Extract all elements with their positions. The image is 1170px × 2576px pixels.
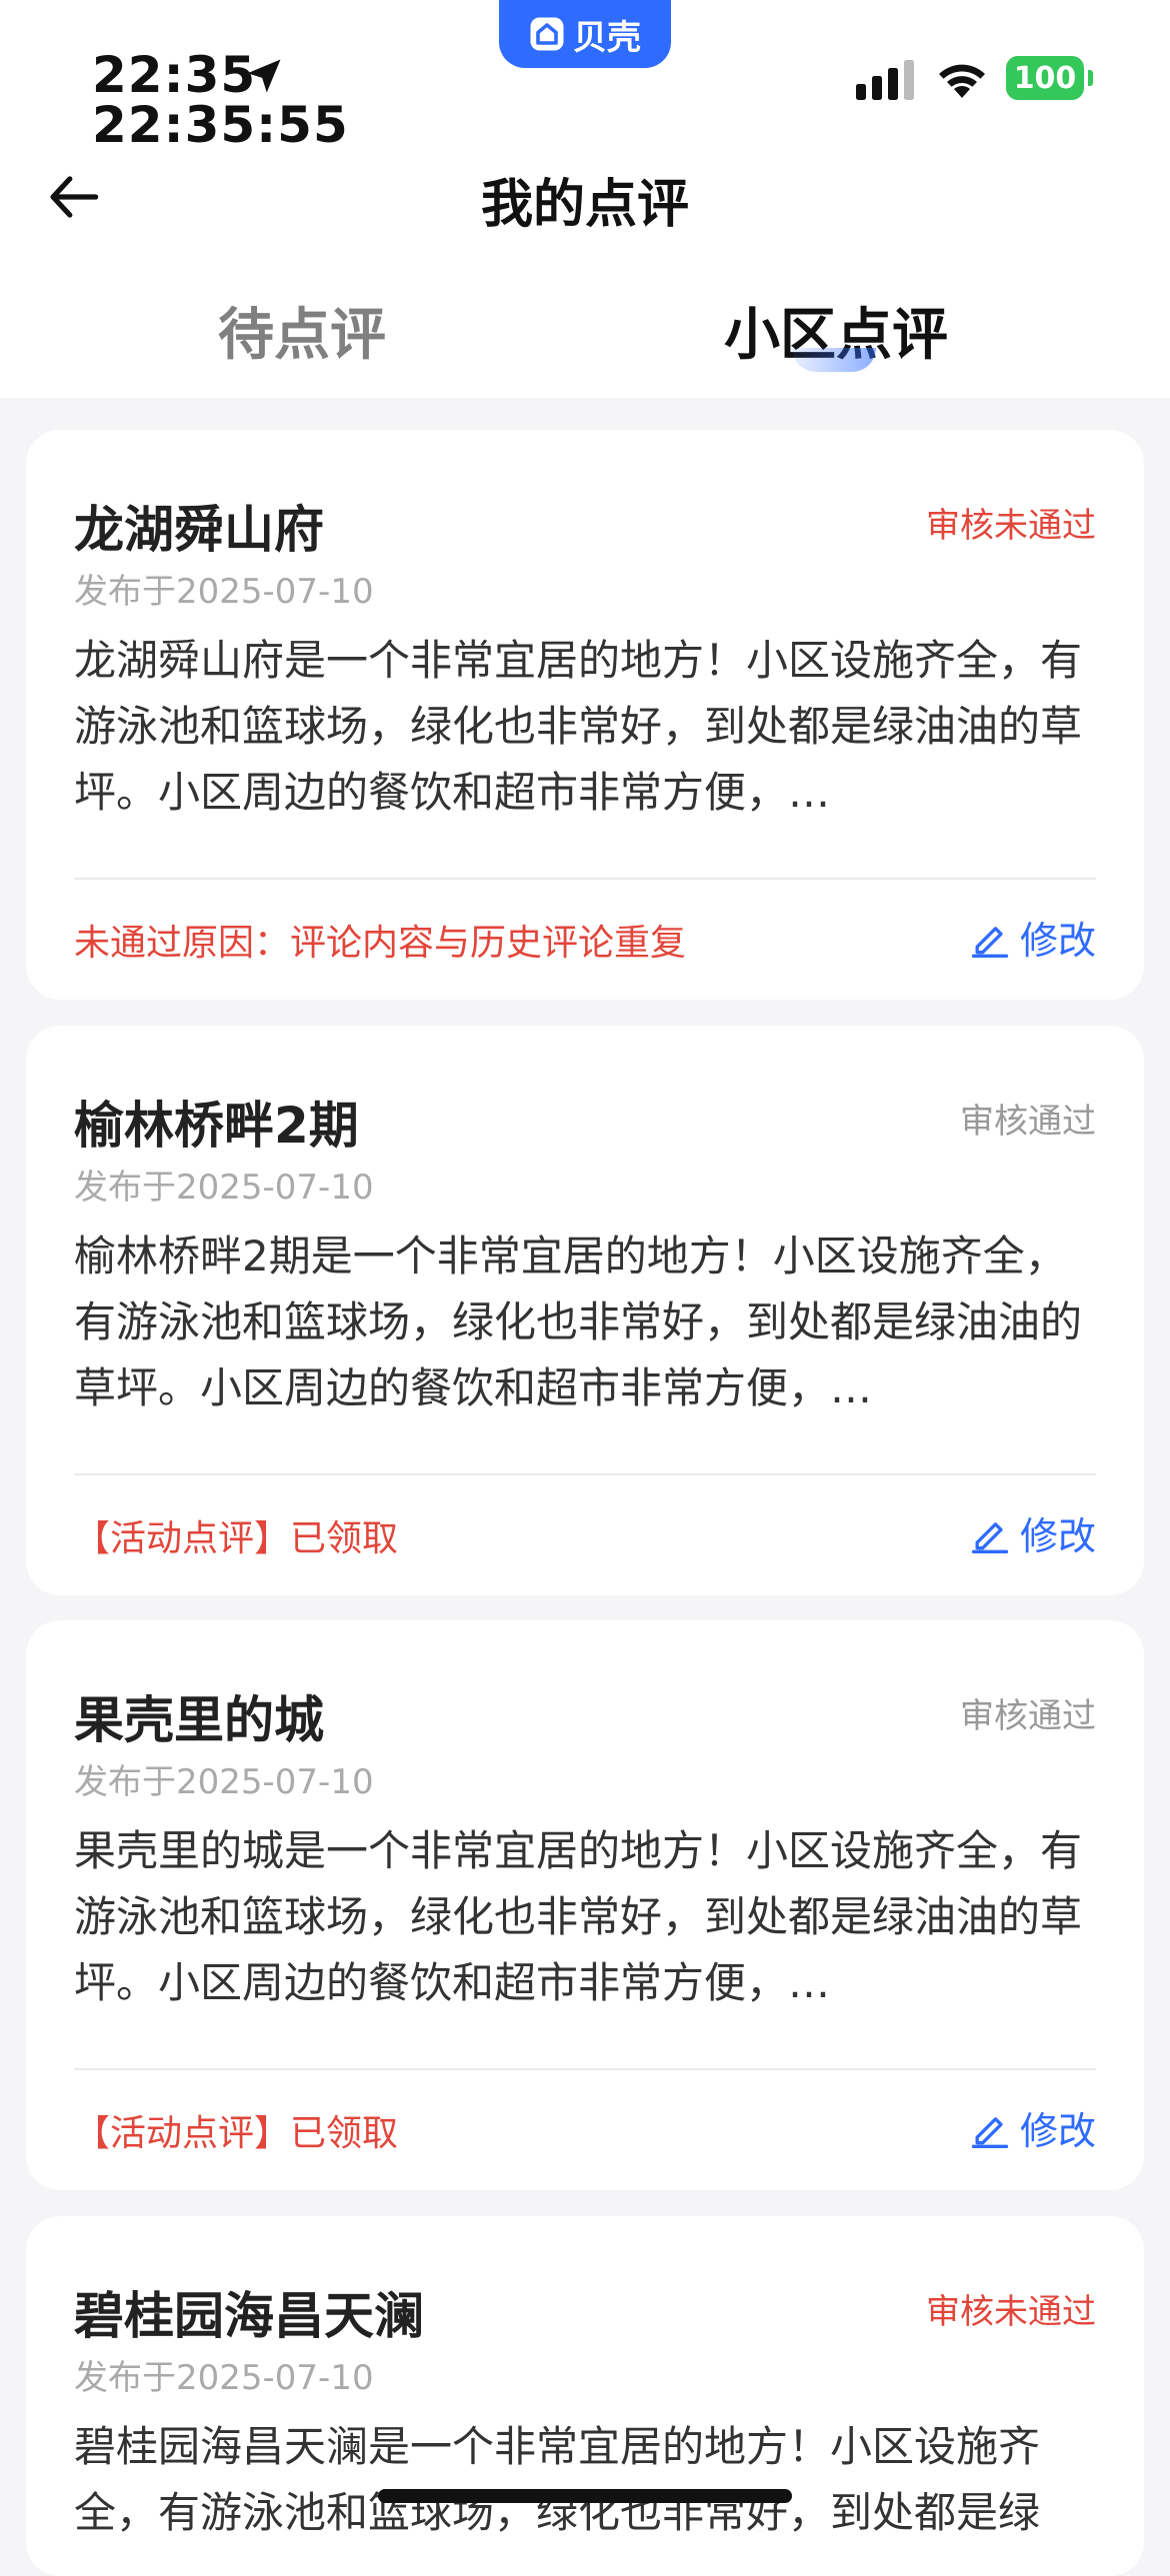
- page-title: 我的点评: [480, 175, 689, 235]
- community-name: 榆林桥畔2期: [74, 1097, 359, 1155]
- review-card[interactable]: 龙湖舜山府 审核未通过 发布于2025-07-10 龙湖舜山府是一个非常宜居的地…: [26, 430, 1144, 1000]
- location-arrow-icon: [247, 59, 281, 93]
- review-status-badge: 审核通过: [960, 1696, 1096, 1736]
- publish-date: 发布于2025-07-10: [74, 1168, 374, 1208]
- battery-cap: [1088, 70, 1093, 86]
- edit-label: 修改: [1019, 1514, 1096, 1558]
- edit-button[interactable]: 修改: [968, 2100, 1096, 2155]
- beike-logo-icon: [530, 17, 564, 51]
- app-badge[interactable]: 贝壳: [499, 0, 671, 68]
- tab-pending-review[interactable]: 待点评: [218, 290, 386, 371]
- edit-button[interactable]: 修改: [968, 1505, 1096, 1560]
- review-card[interactable]: 果壳里的城 审核通过 发布于2025-07-10 果壳里的城是一个非常宜居的地方…: [26, 1620, 1144, 2190]
- review-status-badge: 审核未通过: [926, 2292, 1096, 2332]
- review-card[interactable]: 碧桂园海昌天澜 审核未通过 发布于2025-07-10 碧桂园海昌天澜是一个非常…: [26, 2216, 1144, 2576]
- pencil-icon: [971, 926, 1009, 958]
- review-content: 果壳里的城是一个非常宜居的地方！小区设施齐全，有游泳池和篮球场，绿化也非常好，到…: [74, 1826, 1083, 2007]
- edit-label: 修改: [1019, 2109, 1096, 2153]
- activity-reward-note: 【活动点评】已领取: [74, 2113, 399, 2154]
- rejection-reason: 未通过原因：评论内容与历史评论重复: [74, 923, 687, 964]
- review-status-badge: 审核未通过: [926, 506, 1096, 546]
- active-tab-indicator: [792, 348, 876, 372]
- divider: [74, 1473, 1096, 1475]
- divider: [74, 878, 1096, 880]
- edit-button[interactable]: 修改: [968, 910, 1096, 965]
- pencil-icon: [971, 2116, 1009, 2148]
- activity-reward-note: 【活动点评】已领取: [74, 1518, 399, 1559]
- battery-indicator: 100: [1006, 56, 1084, 100]
- community-name: 碧桂园海昌天澜: [74, 2287, 424, 2345]
- publish-date: 发布于2025-07-10: [74, 572, 374, 612]
- home-indicator[interactable]: [378, 2489, 792, 2503]
- wifi-icon: [939, 64, 985, 98]
- edit-label: 修改: [1019, 919, 1096, 963]
- review-content: 榆林桥畔2期是一个非常宜居的地方！小区设施齐全，有游泳池和篮球场，绿化也非常好，…: [74, 1232, 1083, 1412]
- cellular-signal-icon: [856, 60, 914, 100]
- community-name: 龙湖舜山府: [74, 501, 324, 559]
- pencil-icon: [971, 1521, 1009, 1553]
- publish-date: 发布于2025-07-10: [74, 1762, 374, 1802]
- review-card[interactable]: 榆林桥畔2期 审核通过 发布于2025-07-10 榆林桥畔2期是一个非常宜居的…: [26, 1026, 1144, 1595]
- review-content: 龙湖舜山府是一个非常宜居的地方！小区设施齐全，有游泳池和篮球场，绿化也非常好，到…: [74, 636, 1083, 817]
- community-name: 果壳里的城: [74, 1691, 324, 1749]
- divider: [74, 2068, 1096, 2070]
- review-status-badge: 审核通过: [960, 1102, 1096, 1142]
- status-time-seconds: 22:35:55: [92, 96, 349, 154]
- publish-date: 发布于2025-07-10: [74, 2358, 374, 2398]
- review-content: 碧桂园海昌天澜是一个非常宜居的地方！小区设施齐全，有游泳池和篮球场，绿化也非常好…: [74, 2422, 1041, 2537]
- app-badge-label: 贝壳: [573, 17, 641, 58]
